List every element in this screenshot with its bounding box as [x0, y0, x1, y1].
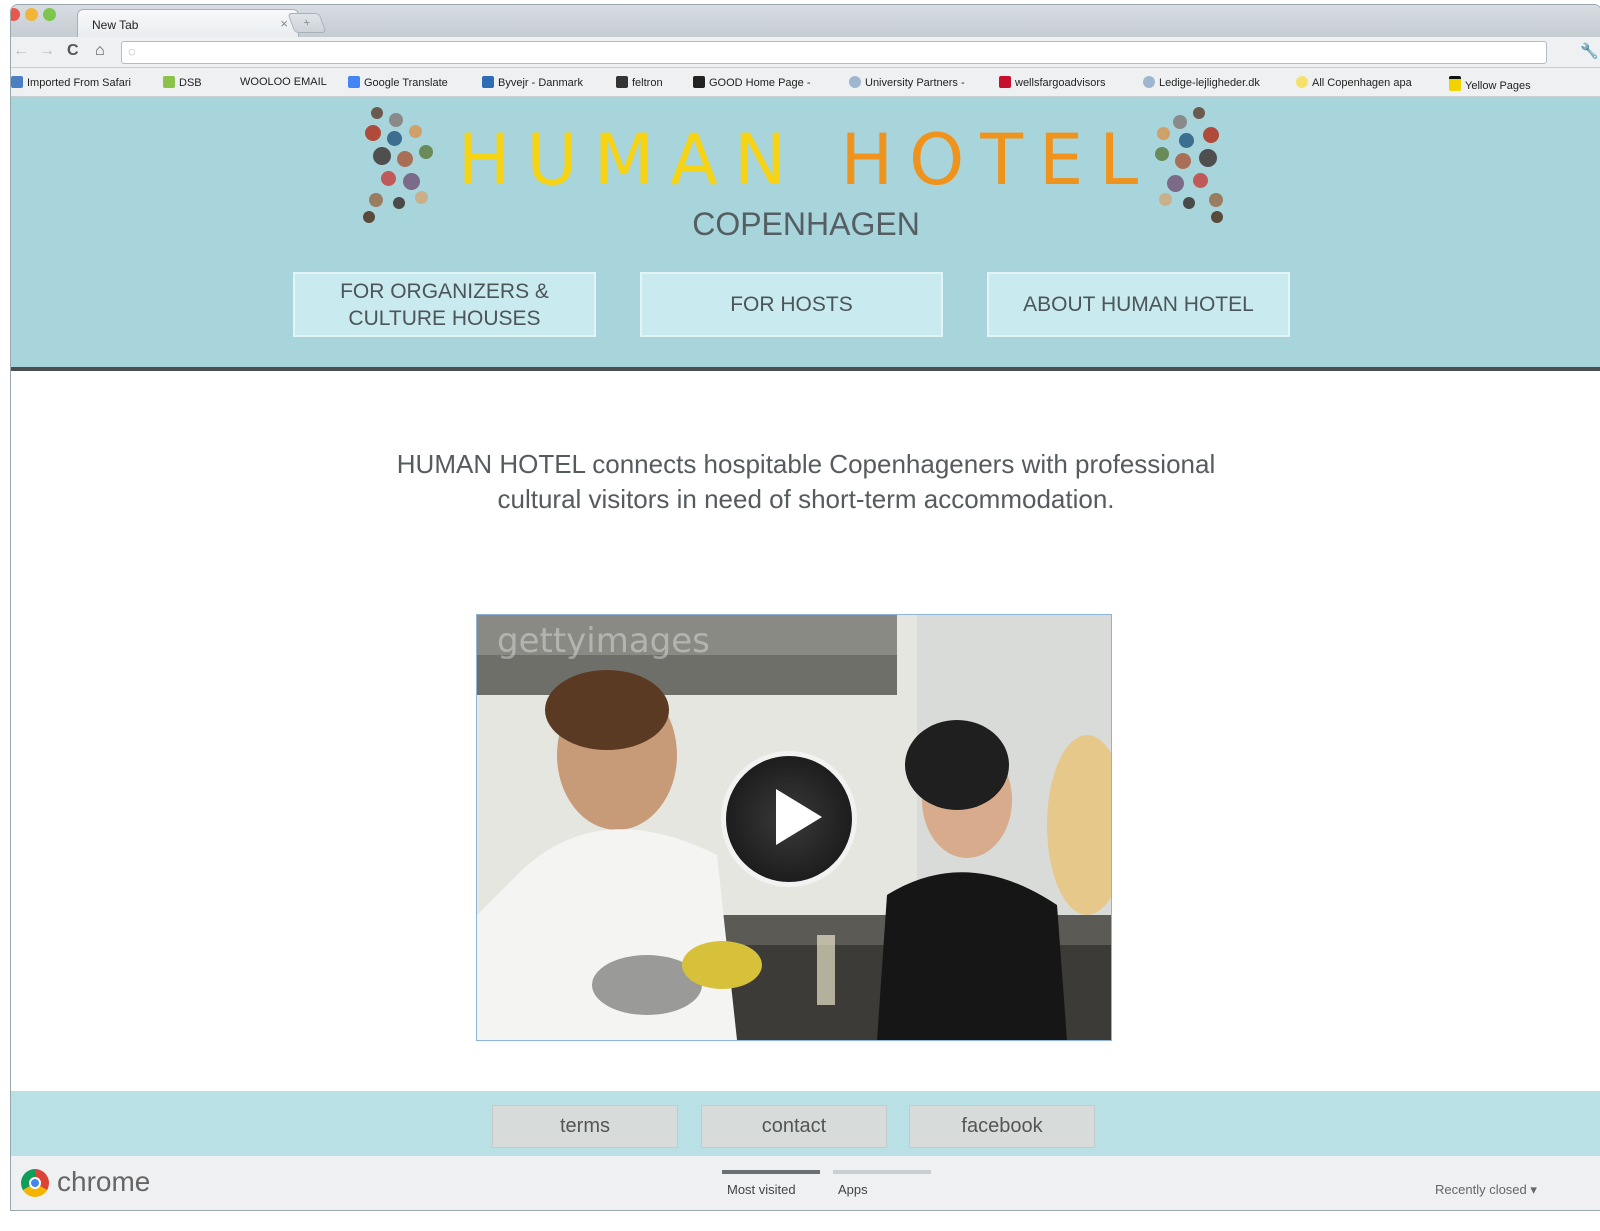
- address-bar[interactable]: ◌: [121, 41, 1547, 64]
- footer-contact-button[interactable]: contact: [701, 1105, 887, 1148]
- web-page: HUMAN HOTEL COPENHAGEN FOR ORGANIZERS & …: [11, 97, 1600, 1155]
- wellsfargo-icon: [999, 76, 1011, 88]
- logo-word-human: HUMAN: [457, 119, 803, 201]
- footer-terms-button[interactable]: terms: [492, 1105, 678, 1148]
- tab-title: New Tab: [92, 18, 139, 32]
- nav-about-human-hotel[interactable]: ABOUT HUMAN HOTEL: [987, 272, 1290, 337]
- bookmark-label: All Copenhagen apa: [1312, 77, 1412, 89]
- translate-icon: [348, 76, 360, 88]
- forward-icon[interactable]: →: [39, 42, 55, 60]
- most-visited-indicator: [722, 1170, 820, 1174]
- logo-city: COPENHAGEN: [692, 206, 920, 242]
- bookmark-label: feltron: [632, 77, 663, 89]
- nav-label-line2: CULTURE HOUSES: [348, 306, 541, 330]
- globe-icon: ◌: [128, 44, 136, 59]
- bookmark-feltron[interactable]: feltron: [616, 76, 663, 89]
- tab-apps[interactable]: Apps: [838, 1182, 868, 1197]
- site-logo[interactable]: HUMAN HOTEL: [11, 119, 1600, 201]
- footer-facebook-button[interactable]: facebook: [909, 1105, 1095, 1148]
- bookmark-wooloo-email[interactable]: WOOLOO EMAIL: [240, 76, 327, 88]
- globe-icon: [1296, 76, 1308, 88]
- bookmark-label: Yellow Pages: [1465, 80, 1531, 92]
- bookmark-byvejr[interactable]: Byvejr - Danmark: [482, 76, 583, 89]
- wrench-icon[interactable]: 🔧: [1580, 42, 1599, 60]
- recently-closed-menu[interactable]: Recently closed ▾: [1435, 1182, 1537, 1198]
- bookmark-label: DSB: [179, 77, 202, 89]
- back-icon[interactable]: ←: [13, 42, 29, 60]
- browser-toolbar: ← → C ⌂ ◌ 🔧: [11, 37, 1600, 68]
- site-header: HUMAN HOTEL COPENHAGEN FOR ORGANIZERS & …: [11, 97, 1600, 371]
- video-player[interactable]: gettyimages: [476, 614, 1112, 1041]
- bookmark-label: Byvejr - Danmark: [498, 77, 583, 89]
- nav-for-hosts[interactable]: FOR HOSTS: [640, 272, 943, 337]
- chrome-logo-icon: [21, 1169, 49, 1197]
- apps-indicator: [833, 1170, 931, 1174]
- bookmark-label: GOOD Home Page -: [709, 77, 811, 89]
- bookmark-label: Ledige-lejligheder.dk: [1159, 77, 1260, 89]
- bookmark-university-partners[interactable]: University Partners -: [849, 76, 965, 89]
- nav-label: ABOUT HUMAN HOTEL: [1023, 293, 1254, 316]
- bookmark-dsb[interactable]: DSB: [163, 76, 202, 89]
- home-icon[interactable]: ⌂: [95, 42, 105, 60]
- nav-label-line1: FOR ORGANIZERS &: [340, 279, 549, 303]
- bookmark-wellsfargoadvisors[interactable]: wellsfargoadvisors: [999, 76, 1105, 89]
- bookmark-label: Imported From Safari: [27, 77, 131, 89]
- bookmark-label: WOOLOO EMAIL: [240, 76, 327, 88]
- minimize-window-icon[interactable]: [25, 8, 38, 21]
- tab-most-visited[interactable]: Most visited: [727, 1182, 796, 1197]
- intro-text: HUMAN HOTEL connects hospitable Copenhag…: [11, 447, 1600, 517]
- intro-line-1: HUMAN HOTEL connects hospitable Copenhag…: [396, 449, 1216, 479]
- browser-window: New Tab × + ← → C ⌂ ◌ 🔧 Imported From Sa…: [10, 4, 1600, 1211]
- new-tab-button[interactable]: +: [287, 13, 327, 33]
- nav-label: FOR HOSTS: [730, 293, 853, 316]
- folder-icon: [11, 76, 23, 88]
- nav-for-organizers[interactable]: FOR ORGANIZERS & CULTURE HOUSES: [293, 272, 596, 337]
- bookmark-all-copenhagen[interactable]: All Copenhagen apa: [1296, 76, 1412, 89]
- bookmark-google-translate[interactable]: Google Translate: [348, 76, 448, 89]
- good-icon: [693, 76, 705, 88]
- feltron-icon: [616, 76, 628, 88]
- tab-new-tab[interactable]: New Tab ×: [77, 9, 299, 38]
- weather-icon: [482, 76, 494, 88]
- site-footer: terms contact facebook: [11, 1091, 1600, 1155]
- bookmark-label: Google Translate: [364, 77, 448, 89]
- close-window-icon[interactable]: [11, 8, 20, 21]
- logo-word-hotel: HOTEL: [840, 119, 1155, 201]
- tab-strip: New Tab × +: [11, 5, 1600, 38]
- bookmark-label: University Partners -: [865, 77, 965, 89]
- new-tab-bottom-bar: chrome Most visited Apps Recently closed…: [11, 1155, 1600, 1210]
- tab-close-icon[interactable]: ×: [280, 16, 288, 31]
- bookmark-label: wellsfargoadvisors: [1015, 77, 1106, 89]
- yellow-pages-icon: [1449, 76, 1461, 91]
- intro-line-2: cultural visitors in need of short-term …: [497, 484, 1115, 514]
- play-icon[interactable]: [721, 751, 857, 887]
- globe-icon: [849, 76, 861, 88]
- reload-icon[interactable]: C: [67, 42, 79, 60]
- bookmark-good-home-page[interactable]: GOOD Home Page -: [693, 76, 810, 89]
- bookmark-ledige-lejligheder[interactable]: Ledige-lejligheder.dk: [1143, 76, 1260, 89]
- bookmark-yellow-pages[interactable]: Yellow Pages: [1449, 76, 1531, 92]
- bookmark-imported-from-safari[interactable]: Imported From Safari: [11, 76, 131, 89]
- maximize-window-icon[interactable]: [43, 8, 56, 21]
- watermark: gettyimages: [497, 621, 710, 661]
- dsb-icon: [163, 76, 175, 88]
- bookmarks-bar: Imported From Safari DSB WOOLOO EMAIL Go…: [11, 68, 1600, 97]
- chrome-wordmark: chrome: [57, 1166, 151, 1197]
- globe-icon: [1143, 76, 1155, 88]
